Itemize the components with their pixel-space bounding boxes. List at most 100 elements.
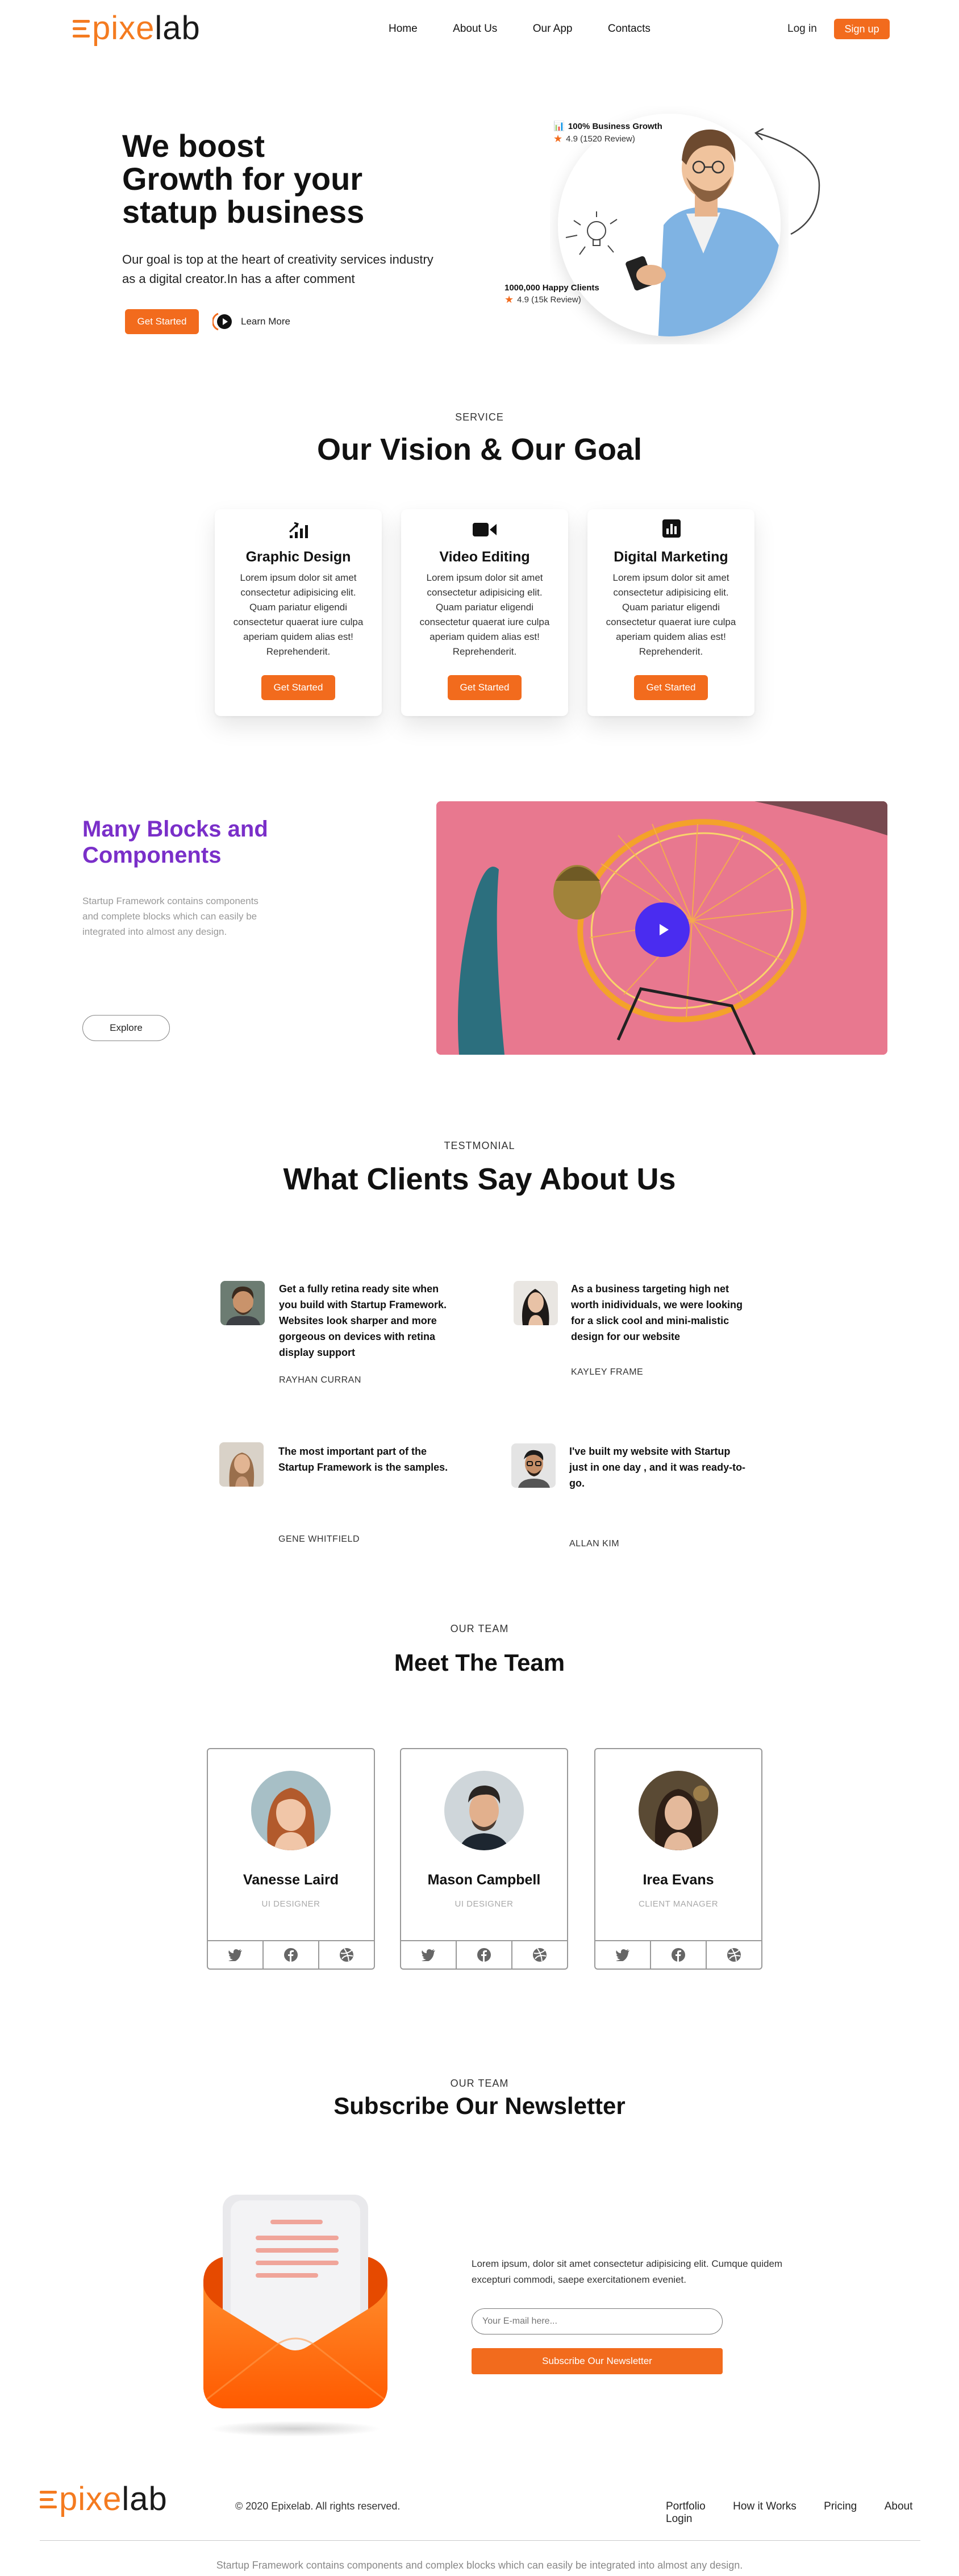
video-player[interactable] [436,801,887,1055]
service-card-text: consectetur quaerat iure culpa [233,617,364,627]
footer-link-login[interactable]: Login [666,2513,693,2525]
service-card-text: consectetur adipisicing elit. [427,587,543,598]
testimonial-quote: go. [569,1478,585,1489]
footer-link-about[interactable]: About [885,2500,913,2512]
newsletter-title: Subscribe Our Newsletter [333,2092,626,2119]
bar-chart-icon [662,519,681,540]
blocks-description: Startup Framework contains components an… [82,893,258,939]
testimonial-author: GENE WHITFIELD [278,1534,360,1544]
testimonial-quote: Websites look sharper and more [279,1315,437,1326]
nav-our-app[interactable]: Our App [533,23,573,35]
testimonial-item: Get a fully retina ready site when you b… [279,1281,466,1385]
testimonial-quote: gorgeous on devices with retina [279,1331,436,1342]
service-card-text: aperiam quidem alias est! [616,631,726,642]
newsletter-tag: OUR TEAM [450,2078,509,2089]
service-card-title: Graphic Design [245,549,351,565]
copyright: © 2020 Epixelab. All rights reserved. [235,2500,401,2512]
avatar [511,1443,556,1488]
footer-logo[interactable]: pixe lab [40,2480,168,2518]
footer-link-portfolio[interactable]: Portfolio [666,2500,706,2512]
star-icon: ★ [504,294,514,305]
twitter-icon[interactable] [208,1941,264,1969]
service-card-title: Digital Marketing [614,549,728,565]
logo-text-tail: lab [122,2481,168,2517]
service-tag: SERVICE [455,411,504,423]
logo-text-main: pixe [59,2481,122,2517]
dribbble-icon[interactable] [319,1941,374,1969]
play-circle-icon [211,311,234,332]
login-link[interactable]: Log in [787,23,817,35]
bar-chart-small-icon: 📊 [553,122,565,131]
team-member-card: Mason Campbell UI DESIGNER [400,1748,568,1970]
hero-description: Our goal is top at the heart of creativi… [122,250,433,289]
testimonial-quote: you build with Startup Framework. [279,1299,447,1310]
blocks-desc-line-2: and complete blocks which can easily be [82,911,257,922]
service-get-started-button[interactable]: Get Started [448,675,522,700]
footer-bottom-text: Startup Framework contains components an… [216,2560,743,2571]
clients-rating-badge: 1000,000 Happy Clients ★ 4.9 (15k Review… [504,283,599,306]
footer-link-how-it-works[interactable]: How it Works [733,2500,797,2512]
nav-contacts[interactable]: Contacts [608,23,651,35]
twitter-icon[interactable] [595,1941,651,1969]
signup-button[interactable]: Sign up [834,19,890,39]
facebook-icon[interactable] [457,1941,512,1969]
growth-badge-title: 100% Business Growth [568,121,662,131]
service-card-title: Video Editing [439,549,530,565]
avatar [220,1281,265,1325]
testimonial-item: I've built my website with Startup just … [569,1443,762,1549]
service-card-digital-marketing: Digital Marketing Lorem ipsum dolor sit … [587,509,754,716]
avatar [514,1281,558,1325]
testimonial-tag: TESTMONIAL [444,1140,515,1151]
team-title: Meet The Team [394,1649,565,1676]
newsletter-description: Lorem ipsum, dolor sit amet consectetur … [472,2256,782,2288]
team-member-role: CLIENT MANAGER [638,1899,719,1909]
testimonial-quote: just in one day , and it was ready-to- [569,1462,746,1473]
service-card-text: Reprehenderit. [266,646,331,657]
facebook-icon[interactable] [264,1941,319,1969]
curved-arrow-decoration [754,128,820,235]
newsletter-desc-line-1: Lorem ipsum, dolor sit amet consectetur … [472,2258,783,2269]
testimonial-author: RAYHAN CURRAN [279,1375,361,1385]
growth-rating-badge: 📊 100% Business Growth ★ 4.9 (1520 Revie… [553,120,662,145]
dribbble-icon[interactable] [707,1941,761,1969]
service-card-text: consectetur quaerat iure culpa [606,617,736,627]
avatar [444,1771,524,1850]
explore-button[interactable]: Explore [82,1015,170,1041]
play-button[interactable] [635,902,690,957]
subscribe-button[interactable]: Subscribe Our Newsletter [472,2348,723,2374]
service-card-text: aperiam quidem alias est! [430,631,540,642]
testimonial-title: What Clients Say About Us [283,1162,676,1196]
team-member-role: UI DESIGNER [455,1899,514,1909]
social-links [595,1940,761,1969]
team-member-name: Vanesse Laird [243,1872,339,1888]
learn-more-link[interactable]: Learn More [211,311,290,332]
service-card-text: Reprehenderit. [639,646,703,657]
service-card-text: Quam pariatur eligendi [436,602,533,613]
logo-text-main: pixe [92,10,155,47]
facebook-icon[interactable] [651,1941,707,1969]
avatar [639,1771,718,1850]
hero-desc-line-2: as a digital creator.In has a after comm… [122,272,355,286]
footer-link-pricing[interactable]: Pricing [824,2500,857,2512]
blocks-desc-line-3: integrated into almost any design. [82,926,227,937]
service-get-started-button[interactable]: Get Started [634,675,708,700]
team-member-name: Irea Evans [643,1872,714,1888]
service-card-text: consectetur adipisicing elit. [613,587,729,598]
testimonial-author: KAYLEY FRAME [571,1367,644,1377]
testimonial-quote: Startup Framework is the samples. [278,1462,448,1473]
blocks-title-line-1: Many Blocks and [82,817,268,842]
newsletter-desc-line-2: excepturi commodi, saepe exercitationem … [472,2274,686,2285]
nav-home[interactable]: Home [389,23,418,35]
dribbble-icon[interactable] [512,1941,567,1969]
testimonial-quote: I've built my website with Startup [569,1446,731,1457]
hero-get-started-button[interactable]: Get Started [125,309,199,334]
nav-about-us[interactable]: About Us [453,23,497,35]
chart-scatter-icon [287,519,310,543]
service-get-started-button[interactable]: Get Started [261,675,335,700]
email-input[interactable] [472,2308,723,2334]
main-nav: Home About Us Our App Contacts [389,23,683,35]
twitter-icon[interactable] [401,1941,457,1969]
brand-logo[interactable]: pixe lab [73,9,201,47]
social-links [208,1940,374,1969]
service-card-text: Lorem ipsum dolor sit amet [240,572,357,583]
